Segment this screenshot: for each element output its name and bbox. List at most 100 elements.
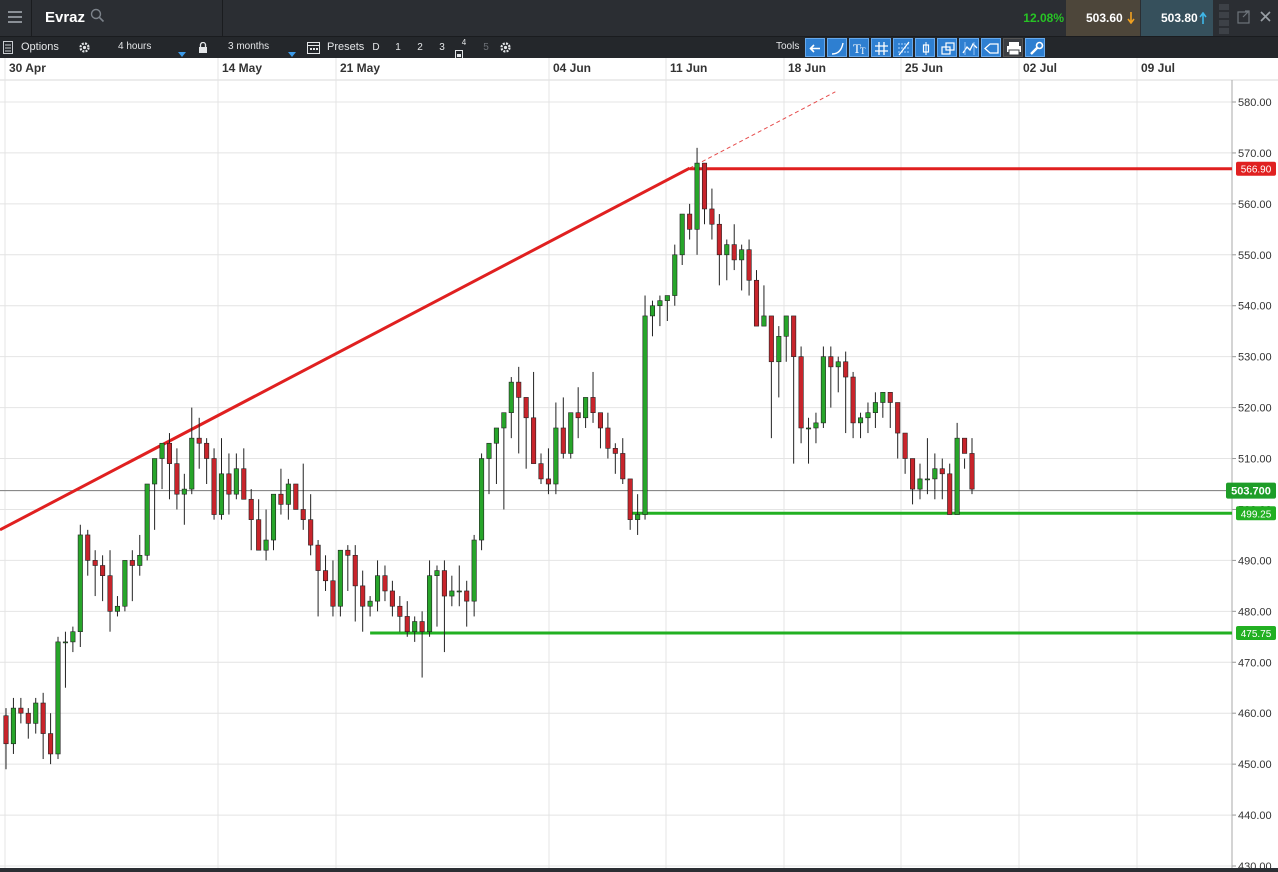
y-tick-label: 460.00: [1238, 708, 1272, 720]
current-price-label: 503.700: [1231, 486, 1271, 498]
document-icon[interactable]: [3, 41, 13, 54]
candle-tool-icon[interactable]: [915, 38, 935, 57]
candle-body: [441, 570, 447, 597]
candle-body: [791, 315, 797, 357]
preset-1-button[interactable]: 1: [388, 38, 408, 57]
candle-body: [10, 707, 16, 745]
candle-body: [858, 417, 864, 424]
close-icon[interactable]: [1256, 0, 1276, 36]
candle-body: [753, 279, 760, 327]
arrow-down-icon: [1127, 12, 1135, 24]
grid-tool-icon[interactable]: [871, 38, 891, 57]
save-icon[interactable]: [455, 46, 463, 59]
options-button[interactable]: Options: [21, 37, 59, 58]
fibonacci-icon[interactable]: [893, 38, 913, 57]
candle-body: [330, 580, 336, 607]
candle-body: [55, 641, 61, 755]
x-tick-label: 30 Apr: [9, 61, 46, 75]
level-price-label: 566.90: [1241, 165, 1272, 176]
interval-select[interactable]: 4 hours: [118, 37, 151, 58]
popout-icon[interactable]: [1234, 0, 1254, 36]
candle-body: [739, 249, 745, 261]
candle-body: [456, 590, 462, 593]
candle-body: [129, 560, 135, 566]
wrench-icon[interactable]: [1025, 38, 1045, 57]
preset-3-button[interactable]: 3: [432, 38, 452, 57]
instrument-selector[interactable]: Evraz: [32, 0, 223, 36]
buy-button[interactable]: 503.80: [1141, 0, 1213, 36]
x-tick-label: 04 Jun: [553, 61, 591, 75]
y-tick-label: 530.00: [1238, 352, 1272, 364]
print-icon[interactable]: [1003, 38, 1023, 57]
back-arrow-icon[interactable]: [805, 38, 825, 57]
search-icon[interactable]: [90, 8, 106, 24]
preset-5-button[interactable]: 5: [476, 38, 496, 57]
x-tick-label: 14 May: [222, 61, 262, 75]
candle-body: [107, 575, 113, 612]
chevron-down-icon[interactable]: [178, 45, 186, 57]
candle-body: [508, 381, 514, 413]
candle-body: [337, 549, 343, 607]
candle-body: [375, 575, 381, 602]
time-scrollbar: [0, 868, 1278, 872]
chevron-down-icon[interactable]: [288, 45, 296, 57]
preset-d-button[interactable]: D: [366, 38, 386, 57]
candle-body: [92, 560, 98, 566]
candle-body: [568, 412, 574, 454]
candle-body: [427, 575, 433, 633]
candle-body: [226, 473, 232, 495]
preset-2-button[interactable]: 2: [410, 38, 430, 57]
candle-body: [25, 712, 31, 724]
candle-body: [345, 549, 351, 556]
candle-body: [434, 570, 440, 576]
resistance-trendline: [0, 166, 691, 532]
candle-body: [248, 498, 254, 520]
arrow-up-icon: [1199, 12, 1207, 24]
candle-body: [389, 590, 395, 607]
candle-body: [218, 473, 225, 515]
x-tick-label: 09 Jul: [1141, 61, 1175, 75]
gear-icon[interactable]: [78, 41, 91, 54]
menu-icon[interactable]: [0, 0, 32, 36]
candle-body: [159, 442, 165, 459]
candle-body: [166, 442, 173, 464]
curve-line-icon[interactable]: [827, 38, 847, 57]
text-tool-icon[interactable]: TT: [849, 38, 869, 57]
range-select[interactable]: 3 months: [228, 37, 269, 58]
candle-body: [880, 392, 886, 403]
candle-body: [813, 422, 819, 429]
candle-body: [531, 417, 537, 464]
calendar-icon[interactable]: [307, 41, 320, 54]
panel-grip-icon[interactable]: [1214, 0, 1234, 36]
date-axis-strip: [0, 58, 1278, 80]
candle-body: [464, 590, 470, 602]
candle-body: [962, 437, 968, 454]
candle-body: [635, 514, 641, 520]
candle-body: [872, 402, 878, 413]
candle-body: [560, 427, 566, 454]
y-tick-label: 550.00: [1238, 250, 1272, 262]
candle-body: [597, 412, 603, 429]
tag-icon[interactable]: [981, 38, 1001, 57]
candle-body: [716, 223, 722, 256]
candle-body: [278, 493, 284, 505]
sell-price: 503.60: [1086, 11, 1123, 25]
lock-icon[interactable]: [198, 41, 208, 53]
candle-body: [122, 560, 128, 607]
price-chart[interactable]: 30 Apr 14 May 21 May 04 Jun 11 Jun 18 Jun 25 J…: [0, 58, 1278, 872]
sell-button[interactable]: 503.60: [1066, 0, 1140, 36]
level-price-label: 499.25: [1241, 509, 1272, 520]
gear-icon[interactable]: [499, 41, 512, 54]
candle-body: [687, 213, 693, 230]
candle-body: [62, 641, 68, 644]
candle-body: [48, 733, 54, 755]
candle-body: [204, 442, 210, 459]
y-tick-label: 470.00: [1238, 657, 1272, 669]
candle-body: [724, 244, 730, 256]
indicator-icon[interactable]: [959, 38, 979, 57]
candle-body: [627, 478, 633, 520]
chart-toolbar: Options 4 hours 3 months Presets D 1 2 3…: [0, 37, 1278, 59]
layers-icon[interactable]: [937, 38, 957, 57]
candle-body: [493, 427, 499, 444]
chart-panel[interactable]: 30 Apr 14 May 21 May 04 Jun 11 Jun 18 Jun 25 J…: [0, 58, 1278, 872]
